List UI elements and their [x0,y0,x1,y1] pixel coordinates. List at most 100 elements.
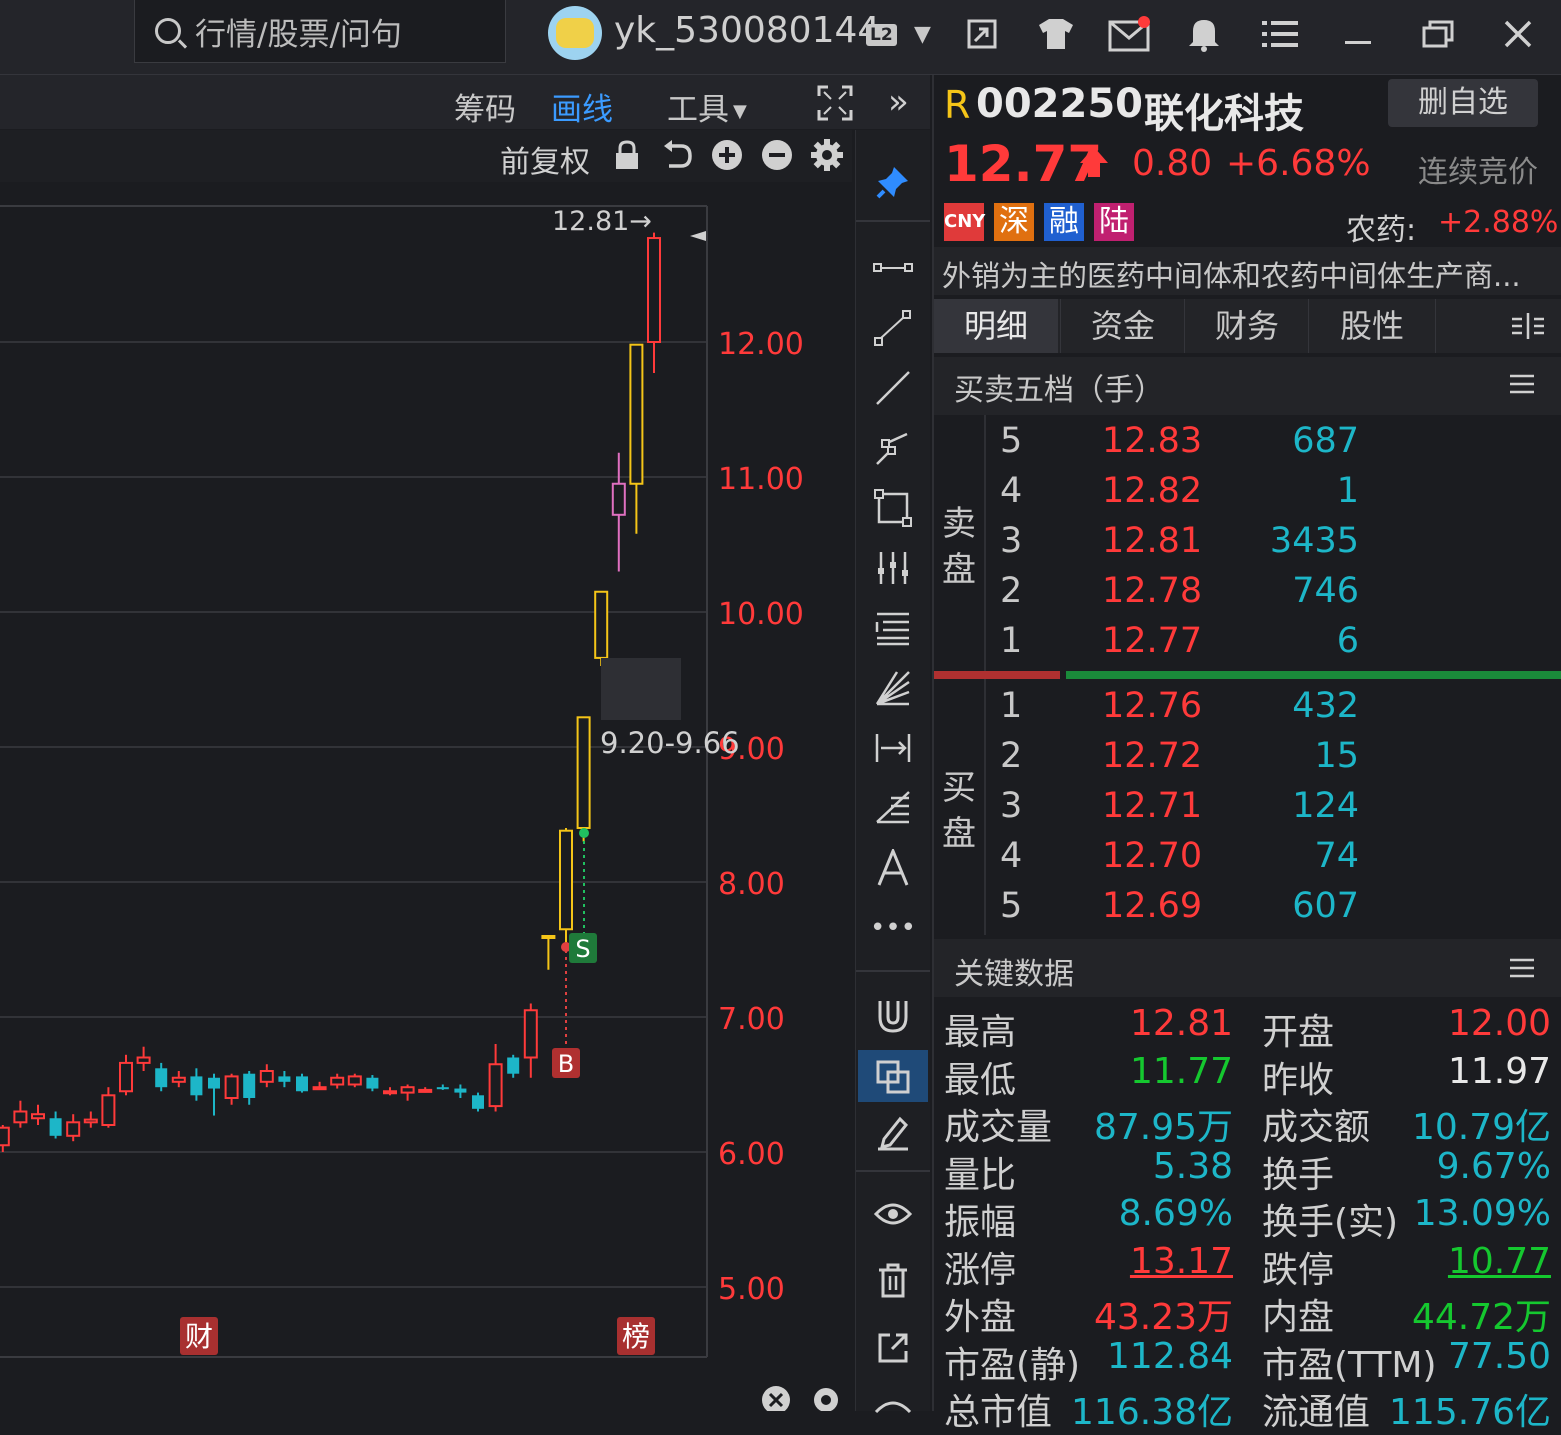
candle[interactable] [296,1073,308,1093]
undo-icon[interactable] [660,138,694,172]
indicator-settings-icon[interactable] [814,1388,838,1411]
tag-shenzhen[interactable]: 深 [994,203,1034,241]
close-icon[interactable] [1496,12,1540,56]
candle[interactable] [488,1044,503,1112]
candle[interactable] [312,1081,327,1091]
candle[interactable] [647,232,661,374]
candle[interactable] [576,716,591,842]
username[interactable]: yk_530080144 [614,10,880,51]
candle[interactable] [190,1068,203,1101]
candle[interactable] [347,1073,362,1088]
tab-detail[interactable]: 明细 [934,299,1058,353]
candle[interactable] [436,1084,449,1090]
candle[interactable] [0,1125,10,1152]
candle[interactable] [454,1084,467,1099]
candle[interactable] [366,1075,379,1092]
sell-row[interactable]: 3 12.81 3435 [934,517,1561,567]
ray-tool-icon[interactable] [856,302,930,354]
tab-tools[interactable]: 工具 ▼ [667,84,747,129]
tab-chips[interactable]: 筹码 [454,84,516,129]
buy-row[interactable]: 1 12.76 432 [934,682,1561,732]
candle[interactable] [278,1071,291,1088]
candle[interactable] [472,1092,484,1112]
candle[interactable] [259,1064,274,1088]
sell-row[interactable]: 4 12.82 1 [934,467,1561,517]
pin-icon[interactable] [856,156,930,208]
chevron-down-icon[interactable]: ▼ [914,22,931,47]
more-tools-icon[interactable]: ••• [856,902,930,954]
tag-cny[interactable]: CNY [944,203,985,241]
adjust-mode[interactable]: 前复权 [500,137,590,181]
zoom-out-icon[interactable] [760,138,794,172]
buy-row[interactable]: 5 12.69 607 [934,882,1561,932]
mail-icon[interactable] [1108,12,1152,56]
sector-name[interactable]: 农药: [1346,205,1416,249]
double-chevron-right-icon[interactable]: » [888,82,909,122]
polyline-tool-icon[interactable] [856,422,930,474]
company-description[interactable]: 外销为主的医药中间体和农药中间体生产商... [942,253,1521,295]
candle[interactable] [507,1054,520,1078]
candle[interactable] [418,1087,433,1093]
sell-row[interactable]: 2 12.78 746 [934,567,1561,617]
shirt-icon[interactable] [1034,12,1078,56]
restore-window-icon[interactable] [960,12,1004,56]
candle[interactable] [330,1073,345,1089]
trash-icon[interactable] [856,1254,930,1306]
candle[interactable] [208,1073,220,1116]
tab-finance[interactable]: 财务 [1184,299,1309,353]
candle[interactable] [119,1054,133,1096]
buy-row[interactable]: 3 12.71 124 [934,782,1561,832]
gann-icon[interactable] [856,782,930,834]
maximize-icon[interactable] [1416,12,1460,56]
sell-row[interactable]: 5 12.83 687 [934,417,1561,467]
list-icon[interactable] [1258,12,1302,56]
tab-stock-traits[interactable]: 股性 [1308,299,1436,353]
sell-row[interactable]: 1 12.77 6 [934,617,1561,667]
candle[interactable] [224,1073,239,1105]
candle[interactable] [541,935,556,970]
candle[interactable] [400,1084,415,1101]
fullscreen-icon[interactable] [816,84,854,126]
segment-tool-icon[interactable] [856,242,930,294]
candle[interactable] [13,1100,28,1128]
tab-drawing[interactable]: 画线 [551,84,613,129]
kline-chart[interactable]: 12.0011.0010.009.008.007.006.005.00 9.20… [0,182,852,1411]
rectangle-tool-icon[interactable] [856,482,930,534]
buy-row[interactable]: 2 12.72 15 [934,732,1561,782]
candle[interactable] [83,1111,98,1128]
candle[interactable] [559,828,573,943]
avatar[interactable] [548,6,602,60]
candle[interactable] [594,590,609,666]
text-tool-icon[interactable] [856,842,930,894]
eye-icon[interactable] [856,1188,930,1240]
fibonacci-icon[interactable] [856,602,930,654]
candle[interactable] [66,1114,81,1142]
tab-funds[interactable]: 资金 [1060,299,1185,353]
candle[interactable] [629,343,644,534]
candle[interactable] [523,1003,538,1078]
candle[interactable] [155,1062,168,1092]
bell-icon[interactable] [1182,12,1226,56]
zoom-in-icon[interactable] [710,138,744,172]
menu-icon[interactable] [1508,373,1536,399]
collapse-panel-icon[interactable] [1510,311,1546,345]
tag-connect[interactable]: 陆 [1094,203,1134,241]
export-icon[interactable] [856,1322,930,1374]
minimize-icon[interactable] [1336,12,1380,56]
candle[interactable] [136,1046,151,1071]
tag-margin[interactable]: 融 [1044,203,1084,241]
remove-favorite-button[interactable]: 删自选 [1388,79,1538,127]
search-box[interactable]: 行情/股票/问句 [134,0,506,63]
edit-icon[interactable] [856,1106,930,1158]
lock-icon[interactable] [610,138,644,172]
fan-lines-icon[interactable] [856,662,930,714]
candle[interactable] [31,1104,45,1125]
candle[interactable] [101,1087,116,1128]
search-input[interactable]: 行情/股票/问句 [195,9,402,54]
candle[interactable] [171,1071,186,1088]
more-eye-icon[interactable] [856,1380,930,1432]
candle[interactable] [243,1071,256,1105]
candle[interactable] [49,1111,62,1139]
keydata-menu-icon[interactable] [1508,957,1536,983]
continuous-draw-toggle[interactable] [858,1050,928,1102]
